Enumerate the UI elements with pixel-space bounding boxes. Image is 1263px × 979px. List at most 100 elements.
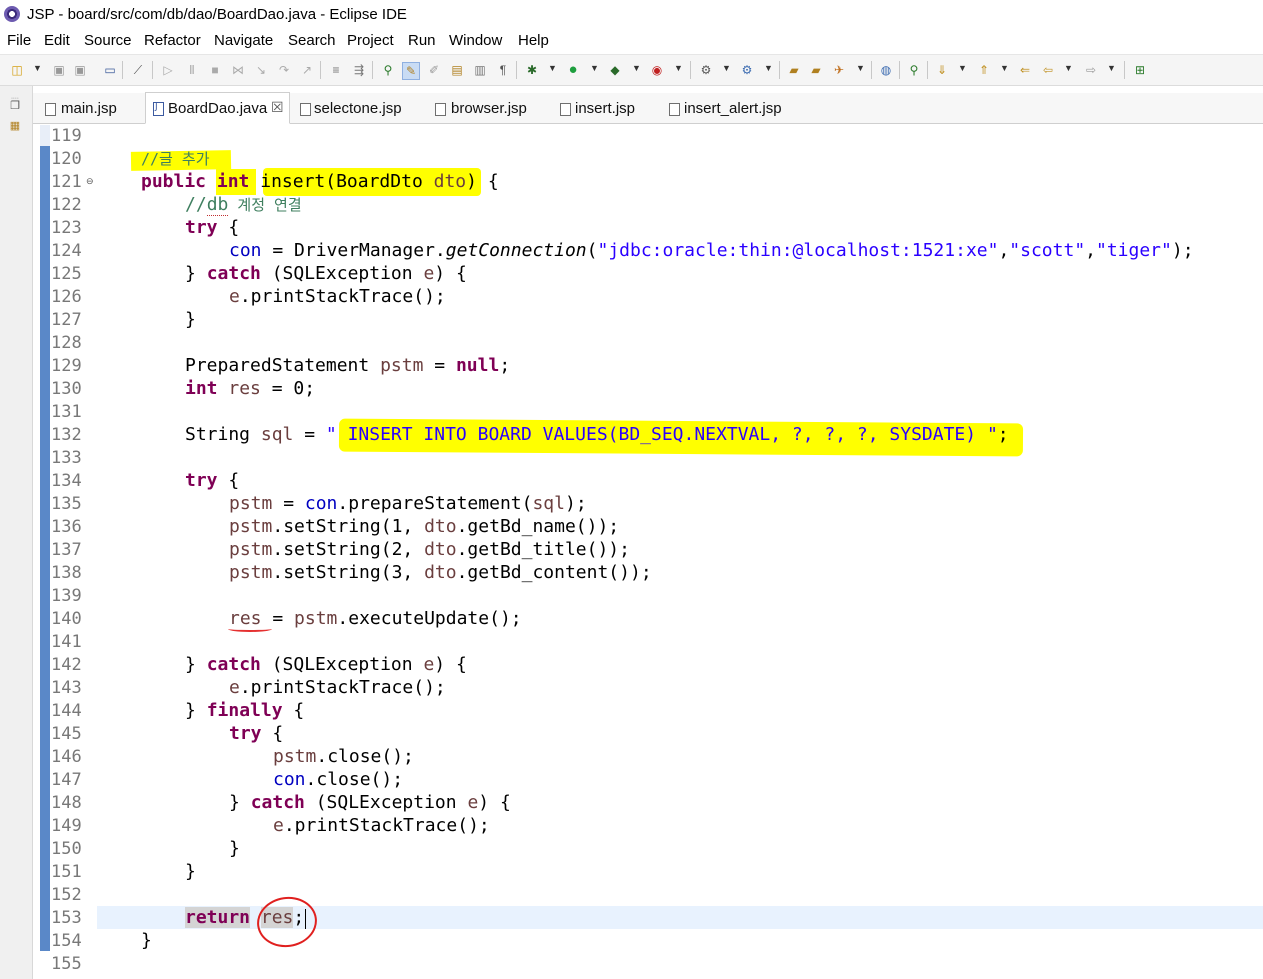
file-icon	[45, 103, 56, 116]
fold-icon[interactable]: ⊖	[86, 176, 94, 187]
line-number: 128	[51, 333, 82, 353]
tab-boarddao-java[interactable]: BoardDao.java ☒	[145, 92, 290, 124]
field: con	[229, 240, 262, 261]
code-text: {	[282, 700, 305, 721]
java-perspective-icon[interactable]: ▤	[449, 62, 465, 78]
menu-window[interactable]: Window	[449, 32, 502, 49]
open-task-icon[interactable]: ✈	[831, 62, 847, 78]
debug-icon[interactable]: ✱	[524, 62, 540, 78]
toolbar-separator	[779, 61, 780, 79]
next-annotation-icon[interactable]: ⇓	[934, 62, 950, 78]
code-text: = DriverManager.	[261, 240, 446, 261]
use-step-filters-icon[interactable]: ⇶	[351, 62, 367, 78]
last-edit-icon[interactable]: ⇐	[1017, 62, 1033, 78]
code-line-126: e.printStackTrace();	[229, 286, 446, 307]
chevron-down-icon[interactable]: ▼	[632, 63, 641, 73]
code-line-122: //db 계정 연결	[185, 194, 302, 216]
code-text: (	[586, 240, 598, 261]
open-type-icon[interactable]: ⚲	[380, 62, 396, 78]
menu-run[interactable]: Run	[408, 32, 436, 49]
restore-icon[interactable]: ❐	[8, 99, 22, 113]
keyword: catch	[250, 792, 305, 813]
run-icon[interactable]: ●	[565, 62, 581, 78]
variable: e	[423, 654, 435, 675]
back-icon[interactable]: ⇦	[1040, 62, 1056, 78]
menu-search[interactable]: Search	[288, 32, 336, 49]
chevron-down-icon[interactable]: ▼	[1000, 63, 1009, 73]
keyword: int	[185, 378, 218, 399]
chevron-down-icon[interactable]: ▼	[590, 63, 599, 73]
tab-selectone-jsp[interactable]: selectone.jsp	[295, 93, 415, 123]
search-icon[interactable]: ⚲	[906, 62, 922, 78]
toggle-mark-occurrences-icon[interactable]: ✐	[426, 62, 442, 78]
chevron-down-icon[interactable]: ▼	[33, 63, 42, 73]
code-text: .printStackTrace();	[239, 286, 446, 307]
chevron-down-icon[interactable]: ▼	[958, 63, 967, 73]
tab-browser-jsp[interactable]: browser.jsp	[431, 93, 543, 123]
highlight-icon[interactable]: ✎	[402, 62, 420, 80]
step-into-icon[interactable]: ↘	[253, 62, 269, 78]
line-number: 136	[51, 517, 82, 537]
save-icon[interactable]: ▣	[51, 62, 67, 78]
menu-help[interactable]: Help	[518, 32, 549, 49]
paragraph-icon[interactable]: ¶	[495, 62, 511, 78]
suspend-icon[interactable]: Ⅱ	[184, 62, 200, 78]
line-number: 146	[51, 747, 82, 767]
terminate-icon[interactable]: ■	[207, 62, 223, 78]
step-over-icon[interactable]: ↷	[276, 62, 292, 78]
save-all-icon[interactable]: ▣	[72, 62, 88, 78]
new-icon[interactable]: ◫	[9, 62, 25, 78]
coverage-icon[interactable]: ◆	[607, 62, 623, 78]
chevron-down-icon[interactable]: ▼	[722, 63, 731, 73]
code-text: (SQLException	[260, 263, 424, 284]
tab-insert-alert-jsp[interactable]: insert_alert.jsp	[666, 93, 796, 123]
chevron-down-icon[interactable]: ▼	[548, 63, 557, 73]
toolbar-separator	[1124, 61, 1125, 79]
previous-annotation-icon[interactable]: ⇑	[976, 62, 992, 78]
tab-label: BoardDao.java	[168, 100, 268, 117]
code-text: .getBd_title());	[456, 539, 630, 560]
line-number: 144	[51, 701, 82, 721]
chevron-down-icon[interactable]: ▼	[1107, 63, 1116, 73]
keyword: catch	[206, 654, 261, 675]
static-method: getConnection	[445, 240, 587, 261]
line-number: 150	[51, 839, 82, 859]
disconnect-icon[interactable]: ⋈	[230, 62, 246, 78]
tab-label: selectone.jsp	[314, 100, 402, 117]
globe-icon[interactable]: ◍	[878, 62, 894, 78]
menu-edit[interactable]: Edit	[44, 32, 70, 49]
new-package-icon[interactable]: ▰	[786, 62, 802, 78]
tab-insert-jsp[interactable]: insert.jsp	[557, 93, 657, 123]
terminal-icon[interactable]: ▭	[102, 62, 118, 78]
menu-source[interactable]: Source	[84, 32, 132, 49]
new-class-icon[interactable]: ▰	[808, 62, 824, 78]
window-title: JSP - board/src/com/db/dao/BoardDao.java…	[27, 6, 407, 23]
menu-refactor[interactable]: Refactor	[144, 32, 201, 49]
new-java-project-icon[interactable]: ⚙	[739, 62, 755, 78]
chevron-down-icon[interactable]: ▼	[1064, 63, 1073, 73]
menu-navigate[interactable]: Navigate	[214, 32, 273, 49]
step-return-icon[interactable]: ↗	[299, 62, 315, 78]
show-whitespace-icon[interactable]: ▥	[472, 62, 488, 78]
package-explorer-icon[interactable]: ▦	[8, 119, 22, 133]
new-server-icon[interactable]: ⚙	[698, 62, 714, 78]
skip-breakpoints-icon[interactable]: ⟋	[130, 62, 146, 78]
keyword: return	[185, 907, 251, 928]
chevron-down-icon[interactable]: ▼	[764, 63, 773, 73]
open-perspective-icon[interactable]: ⊞	[1132, 62, 1148, 78]
chevron-down-icon[interactable]: ▼	[856, 63, 865, 73]
forward-icon[interactable]: ⇨	[1083, 62, 1099, 78]
menu-file[interactable]: File	[7, 32, 31, 49]
external-tools-icon[interactable]: ◉	[649, 62, 665, 78]
code-text: ,	[1085, 240, 1096, 261]
close-icon[interactable]: ☒	[271, 99, 284, 116]
line-number: 122	[51, 195, 82, 215]
code-text: .printStackTrace();	[283, 815, 490, 836]
main-toolbar: ◫ ▼ ▣ ▣ ▭ ⟋ ▷ Ⅱ ■ ⋈ ↘ ↷ ↗ ≡ ⇶ ⚲ ✎ ✐ ▤ ▥ …	[0, 54, 1263, 86]
menu-project[interactable]: Project	[347, 32, 394, 49]
line-number: 125	[51, 264, 82, 284]
drop-to-frame-icon[interactable]: ≡	[328, 62, 344, 78]
resume-icon[interactable]: ▷	[160, 62, 176, 78]
tab-main-jsp[interactable]: main.jsp	[39, 93, 139, 123]
chevron-down-icon[interactable]: ▼	[674, 63, 683, 73]
